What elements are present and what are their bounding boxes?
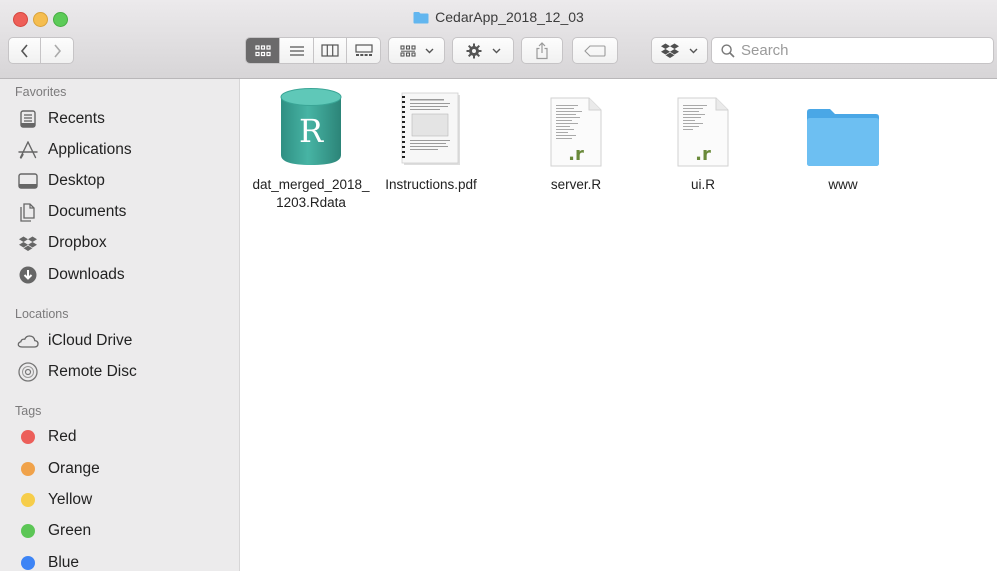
navigation-buttons bbox=[8, 37, 74, 64]
group-by-button[interactable] bbox=[388, 37, 445, 64]
folder-icon bbox=[413, 11, 429, 27]
sidebar-item-tag-blue[interactable]: Blue bbox=[0, 548, 239, 571]
tag-button[interactable] bbox=[572, 37, 618, 64]
search-input[interactable] bbox=[741, 42, 981, 59]
green-tag-icon bbox=[8, 524, 48, 538]
file-browser-content: R dat_merged_2018_1203.Rdata Instruction… bbox=[240, 79, 997, 571]
red-tag-icon bbox=[8, 430, 48, 444]
file-item-ui-r[interactable]: .r ui.R bbox=[643, 87, 763, 194]
sidebar-item-label: Orange bbox=[48, 460, 100, 477]
forward-button[interactable] bbox=[41, 38, 73, 63]
file-item-rdata[interactable]: R dat_merged_2018_1203.Rdata bbox=[251, 87, 371, 212]
gear-icon bbox=[466, 43, 481, 58]
dropbox-menu-button[interactable] bbox=[651, 37, 708, 64]
sidebar-item-label: Yellow bbox=[48, 491, 93, 508]
sidebar-item-label: Blue bbox=[48, 554, 80, 571]
sidebar-item-label: Recents bbox=[48, 110, 105, 127]
view-mode-control bbox=[245, 37, 381, 64]
icon-view-icon bbox=[255, 44, 271, 56]
sidebar-item-tag-green[interactable]: Green bbox=[0, 516, 239, 546]
sidebar-item-tag-orange[interactable]: Orange bbox=[0, 454, 239, 484]
orange-tag-icon bbox=[8, 462, 48, 476]
file-name: Instructions.pdf bbox=[385, 177, 477, 192]
file-name: ui.R bbox=[690, 177, 715, 192]
list-view-button[interactable] bbox=[279, 38, 313, 63]
tag-icon bbox=[584, 44, 606, 57]
gallery-view-icon bbox=[355, 44, 373, 56]
icon-view-button[interactable] bbox=[246, 38, 280, 63]
chevron-down-icon bbox=[689, 48, 698, 53]
toolbar: CedarApp_2018_12_03 bbox=[0, 0, 997, 79]
gallery-view-button[interactable] bbox=[346, 38, 380, 63]
sidebar-item-label: Downloads bbox=[48, 266, 125, 283]
chevron-right-icon bbox=[53, 43, 61, 58]
file-name: dat_merged_2018_1203.Rdata bbox=[252, 177, 370, 210]
blue-tag-icon bbox=[8, 556, 48, 570]
sidebar-item-label: Documents bbox=[48, 203, 127, 220]
locations-heading: Locations bbox=[15, 307, 69, 321]
folder-icon bbox=[783, 87, 903, 167]
file-name: server.R bbox=[550, 177, 602, 192]
list-view-icon bbox=[289, 45, 304, 56]
window-title: CedarApp_2018_12_03 bbox=[435, 9, 584, 25]
recents-icon bbox=[8, 110, 48, 128]
r-script-file-icon: .r bbox=[516, 87, 636, 167]
applications-icon bbox=[8, 141, 48, 159]
action-menu-button[interactable] bbox=[452, 37, 514, 64]
sidebar: Favorites Recents Applications Desktop D… bbox=[0, 79, 240, 571]
sidebar-item-documents[interactable]: Documents bbox=[0, 197, 239, 227]
back-button[interactable] bbox=[9, 38, 42, 63]
search-icon bbox=[721, 43, 735, 58]
file-item-www-folder[interactable]: www bbox=[783, 87, 903, 194]
file-item-pdf[interactable]: Instructions.pdf bbox=[371, 87, 491, 194]
sidebar-item-tag-red[interactable]: Red bbox=[0, 422, 239, 452]
group-by-icon bbox=[399, 44, 416, 57]
sidebar-item-applications[interactable]: Applications bbox=[0, 135, 239, 165]
sidebar-item-label: Green bbox=[48, 522, 92, 539]
documents-icon bbox=[8, 202, 48, 222]
desktop-icon bbox=[8, 173, 48, 189]
search-field[interactable] bbox=[711, 37, 994, 64]
dropbox-icon bbox=[8, 236, 48, 251]
column-view-button[interactable] bbox=[312, 38, 347, 63]
chevron-down-icon bbox=[425, 48, 433, 53]
share-button[interactable] bbox=[521, 37, 563, 64]
window-title-bar: CedarApp_2018_12_03 bbox=[0, 9, 997, 27]
svg-text:.r: .r bbox=[568, 144, 584, 165]
sidebar-item-label: Red bbox=[48, 428, 77, 445]
sidebar-item-remote-disc[interactable]: Remote Disc bbox=[0, 357, 239, 387]
file-name: www bbox=[828, 177, 858, 192]
disc-icon bbox=[8, 362, 48, 382]
sidebar-item-label: iCloud Drive bbox=[48, 332, 133, 349]
finder-window: CedarApp_2018_12_03 Search Favorites Rec… bbox=[0, 0, 997, 571]
chevron-left-icon bbox=[20, 43, 28, 58]
share-icon bbox=[536, 41, 548, 59]
svg-text:R: R bbox=[299, 112, 324, 150]
favorites-heading: Favorites bbox=[15, 85, 67, 99]
sidebar-item-recents[interactable]: Recents bbox=[0, 104, 239, 134]
pdf-file-icon bbox=[371, 87, 491, 167]
tags-heading: Tags bbox=[15, 404, 42, 418]
r-script-file-icon: .r bbox=[643, 87, 763, 167]
rdata-file-icon: R bbox=[251, 87, 371, 167]
sidebar-item-label: Applications bbox=[48, 141, 132, 158]
sidebar-item-dropbox[interactable]: Dropbox bbox=[0, 228, 239, 258]
sidebar-item-label: Desktop bbox=[48, 172, 105, 189]
dropbox-icon bbox=[661, 43, 679, 58]
sidebar-item-downloads[interactable]: Downloads bbox=[0, 260, 239, 290]
chevron-down-icon bbox=[492, 48, 500, 53]
sidebar-item-label: Dropbox bbox=[48, 234, 107, 251]
sidebar-item-icloud-drive[interactable]: iCloud Drive bbox=[0, 326, 239, 356]
sidebar-item-label: Remote Disc bbox=[48, 363, 137, 380]
sidebar-item-tag-yellow[interactable]: Yellow bbox=[0, 485, 239, 515]
column-view-icon bbox=[321, 44, 339, 57]
file-item-server-r[interactable]: .r server.R bbox=[516, 87, 636, 194]
downloads-icon bbox=[8, 266, 48, 284]
yellow-tag-icon bbox=[8, 493, 48, 507]
sidebar-item-desktop[interactable]: Desktop bbox=[0, 166, 239, 196]
cloud-icon bbox=[8, 334, 48, 348]
svg-text:.r: .r bbox=[695, 144, 711, 165]
